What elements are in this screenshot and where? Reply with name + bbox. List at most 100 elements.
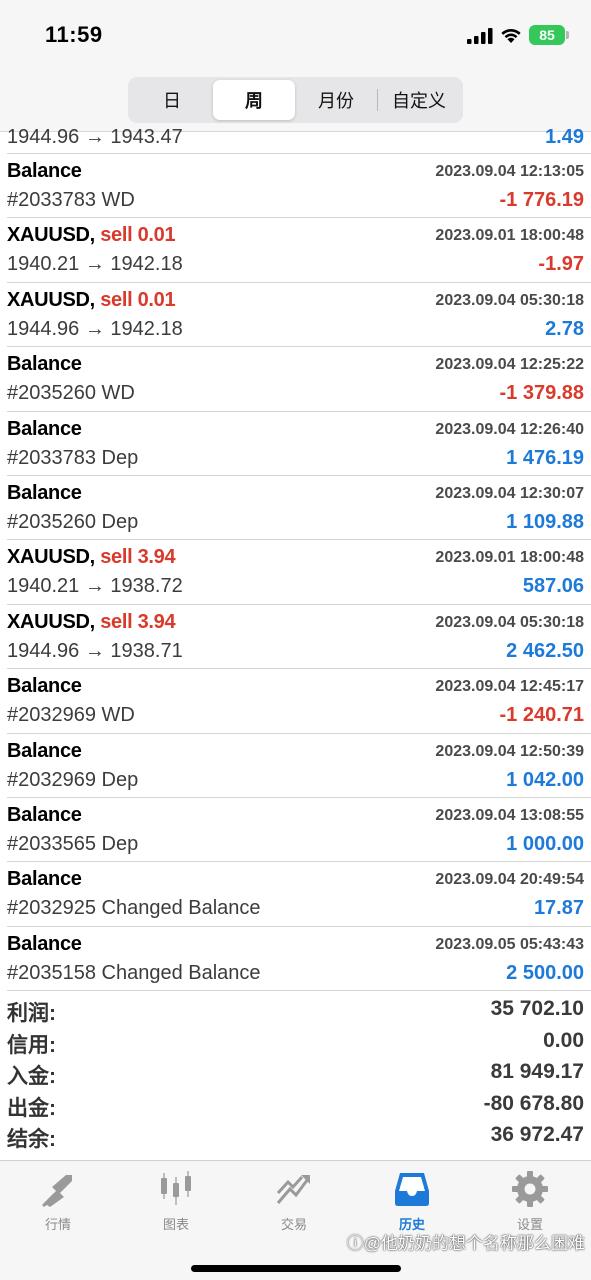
trade-action: sell 0.01 — [100, 224, 176, 247]
summary-label: 信用: — [7, 1033, 56, 1057]
summary-label: 结余: — [7, 1128, 56, 1151]
row-amount: 1 000.00 — [506, 832, 584, 855]
history-row[interactable]: Balance #2033565 Dep 2023.09.04 13:08:55 1 … — [7, 798, 591, 863]
row-title: XAUUSD, sell 3.94 — [7, 546, 176, 569]
home-indicator[interactable] — [191, 1265, 401, 1272]
symbol-label: Balance — [7, 675, 82, 698]
bottom-tab-bar: 行情 图表 交易 历史 设置 ⓘ@他奶奶的想个名称那么困难 — [0, 1160, 591, 1280]
profit-amount: 1.49 — [545, 126, 584, 148]
history-row[interactable]: Balance #2032969 Dep 2023.09.04 12:50:39 1 … — [7, 734, 591, 798]
row-timestamp: 2023.09.05 05:43:43 — [435, 935, 584, 953]
history-row[interactable]: XAUUSD, sell 0.01 1944.96 → 1942.18 2023.0… — [7, 283, 591, 348]
symbol-label: XAUUSD, — [7, 610, 95, 633]
symbol-label: Balance — [7, 417, 82, 440]
row-timestamp: 2023.09.04 12:45:17 — [435, 678, 584, 696]
cellular-signal-icon — [467, 28, 493, 44]
row-amount: -1 379.88 — [499, 382, 584, 405]
symbol-label: Balance — [7, 160, 82, 182]
row-detail: #2032925 Changed Balance — [7, 897, 261, 920]
history-row[interactable]: Balance #2032925 Changed Balance 2023.09.0… — [7, 862, 591, 927]
period-tab-week[interactable]: 周 — [213, 80, 295, 120]
history-list[interactable]: 1944.96 → 1943.47 1.49 Balance #2033783 W… — [0, 124, 591, 992]
period-tab-custom[interactable]: 自定义 — [378, 80, 460, 120]
row-title: Balance — [7, 482, 82, 505]
row-timestamp: 2023.09.04 12:13:05 — [435, 163, 584, 180]
history-row[interactable]: XAUUSD, sell 3.94 1940.21 → 1938.72 2023.0… — [7, 540, 591, 605]
history-rows: Balance #2033783 WD 2023.09.04 12:13:05 -1 … — [0, 154, 591, 992]
row-amount: 1 476.19 — [506, 446, 584, 469]
tab-quotes[interactable]: 行情 — [8, 1169, 108, 1239]
tab-trade[interactable]: 交易 — [244, 1169, 344, 1239]
row-title: XAUUSD, sell 0.01 — [7, 288, 176, 312]
row-amount: 1 042.00 — [506, 768, 584, 791]
row-timestamp: 2023.09.04 13:08:55 — [435, 806, 584, 824]
history-row[interactable]: XAUUSD, sell 3.94 1944.96 → 1938.71 2023.0… — [7, 605, 591, 670]
row-amount: 17.87 — [533, 897, 584, 920]
trade-action: sell 0.01 — [100, 288, 176, 311]
tab-label: 交易 — [280, 1217, 307, 1232]
row-amount: -1.97 — [538, 253, 584, 276]
summary-value: 81 949.17 — [490, 1060, 584, 1083]
battery-nub — [566, 31, 569, 39]
summary-row-deposit: 入金: 81 949.17 — [7, 1057, 591, 1089]
row-timestamp: 2023.09.04 12:30:07 — [435, 484, 584, 502]
row-amount: 2 500.00 — [506, 961, 584, 984]
history-row[interactable]: Balance #2035260 WD 2023.09.04 12:25:22 -1 … — [7, 347, 591, 412]
symbol-label: Balance — [7, 739, 82, 762]
row-detail: #2035260 WD — [7, 382, 135, 405]
symbol-label: Balance — [7, 481, 82, 504]
summary-row-balance: 结余: 36 972.47 — [7, 1120, 591, 1152]
row-timestamp: 2023.09.04 05:30:18 — [435, 291, 584, 309]
price-range: 1944.96 → 1943.47 — [7, 126, 183, 148]
gear-icon — [512, 1171, 548, 1207]
row-title: Balance — [7, 675, 82, 698]
summary-row-withdrawal: 出金: -80 678.80 — [7, 1089, 591, 1121]
row-timestamp: 2023.09.04 20:49:54 — [435, 871, 584, 889]
row-detail: 1944.96 → 1942.18 — [7, 317, 183, 340]
history-row[interactable]: Balance #2035158 Changed Balance 2023.09.0… — [7, 927, 591, 992]
row-timestamp: 2023.09.01 18:00:48 — [435, 549, 584, 567]
history-row[interactable]: Balance #2033783 Dep 2023.09.04 12:26:40 1 … — [7, 412, 591, 476]
row-title: Balance — [7, 804, 82, 827]
quotes-icon — [42, 1175, 72, 1207]
tab-label: 图表 — [162, 1217, 189, 1232]
history-row-partial[interactable]: 1944.96 → 1943.47 1.49 — [7, 124, 591, 154]
trade-action: sell 3.94 — [100, 546, 176, 569]
summary-value: -80 678.80 — [483, 1091, 584, 1115]
row-detail: #2032969 WD — [7, 704, 135, 727]
summary-value: 35 702.10 — [490, 997, 584, 1020]
period-tab-day[interactable]: 日 — [131, 80, 213, 120]
period-segmented-control: 日 周 月份 自定义 — [128, 77, 463, 123]
status-time: 11:59 — [45, 22, 103, 47]
row-amount: -1 240.71 — [499, 704, 584, 727]
row-timestamp: 2023.09.04 12:50:39 — [435, 742, 584, 760]
watermark-text: ⓘ@他奶奶的想个名称那么困难 — [346, 1234, 585, 1253]
summary-label: 入金: — [7, 1065, 56, 1088]
row-amount: -1 776.19 — [499, 189, 584, 211]
summary-row-profit: 利润: 35 702.10 — [7, 994, 591, 1026]
status-bar: 11:59 85 — [0, 0, 591, 70]
symbol-label: Balance — [7, 932, 82, 955]
symbol-label: XAUUSD, — [7, 546, 95, 569]
summary-label: 利润: — [7, 1002, 56, 1025]
history-row[interactable]: Balance #2033783 WD 2023.09.04 12:13:05 -1 … — [7, 154, 591, 219]
period-tab-month[interactable]: 月份 — [295, 80, 377, 120]
row-timestamp: 2023.09.04 12:26:40 — [435, 420, 584, 438]
row-title: Balance — [7, 868, 82, 891]
row-detail: #2033783 Dep — [7, 446, 139, 469]
symbol-label: Balance — [7, 803, 82, 826]
tab-chart[interactable]: 图表 — [126, 1169, 226, 1239]
tab-label: 行情 — [44, 1217, 71, 1232]
trade-icon — [276, 1175, 310, 1204]
row-timestamp: 2023.09.04 05:30:18 — [435, 613, 584, 631]
history-row[interactable]: Balance #2035260 Dep 2023.09.04 12:30:07 1 … — [7, 476, 591, 541]
battery-indicator: 85 — [529, 25, 565, 45]
history-row[interactable]: Balance #2032969 WD 2023.09.04 12:45:17 -1 … — [7, 669, 591, 734]
history-row[interactable]: XAUUSD, sell 0.01 1940.21 → 1942.18 2023.0… — [7, 218, 591, 283]
row-amount: 587.06 — [522, 575, 584, 598]
row-title: Balance — [7, 740, 82, 763]
row-detail: 1944.96 → 1938.71 — [7, 639, 183, 662]
summary-value: 0.00 — [543, 1028, 584, 1052]
row-detail: #2035260 Dep — [7, 510, 139, 533]
history-icon — [395, 1173, 429, 1206]
